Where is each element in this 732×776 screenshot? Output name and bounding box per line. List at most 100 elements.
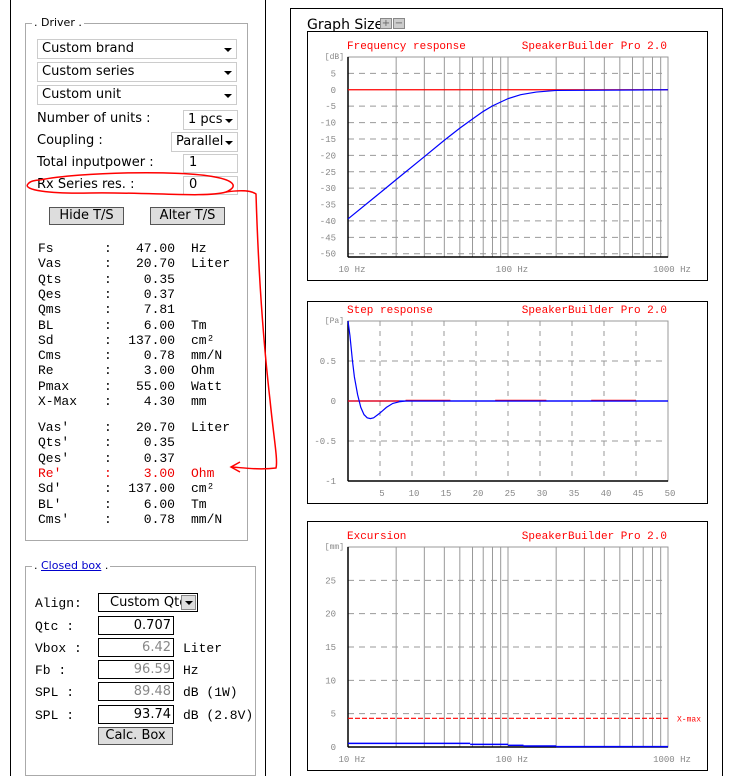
graph-size-minus-button[interactable]: − [393, 18, 405, 29]
spl2-label: SPL : [35, 708, 75, 723]
x-tick-label: 10 Hz [338, 755, 365, 765]
ts-colon: : [104, 332, 112, 348]
driver-legend: . Driver . [32, 16, 84, 29]
x-tick-label: 20 [473, 489, 484, 499]
chart-title: Frequency response [347, 41, 466, 53]
brand-select[interactable]: Custom brand [37, 39, 237, 59]
x-tick-label: 35 [569, 489, 580, 499]
y-tick-label: 15 [325, 643, 336, 653]
ts-name: Qts' [38, 435, 70, 451]
hide-ts-button[interactable]: Hide T/S [49, 207, 124, 225]
y-tick-label: 10 [325, 676, 336, 686]
ts-name: Qts [38, 271, 62, 287]
x-tick-label: 30 [537, 489, 548, 499]
ts-unit: cm² [191, 481, 215, 497]
ts-value: 0.78 [143, 348, 175, 364]
ts-row-qts-prime: Qts': 0.35 [38, 435, 238, 450]
vbox-value: 6.42 [98, 638, 174, 657]
ts-colon: : [104, 450, 112, 466]
qtc-label: Qtc : [35, 619, 75, 634]
ts-row-cms-prime: Cms': 0.78 mm/N [38, 512, 238, 527]
ts-unit: Tm [191, 317, 207, 333]
ts-name: Cms' [38, 511, 70, 527]
y-tick-label: 0.5 [320, 357, 336, 367]
x-tick-label: 40 [601, 489, 612, 499]
y-tick-label: -1 [325, 477, 336, 487]
ts-unit: Watt [191, 378, 223, 394]
ts-unit: Liter [191, 256, 231, 272]
power-input[interactable]: 1 [183, 154, 238, 173]
y-axis-unit: [dB] [325, 53, 344, 62]
calc-box-button[interactable]: Calc. Box [98, 727, 173, 745]
ts-value: 6.00 [143, 496, 175, 512]
ts-name: Re' [38, 465, 62, 481]
closed-box-link[interactable]: Closed box [41, 559, 101, 572]
right-panel-border [722, 8, 723, 776]
ts-name: Pmax [38, 378, 70, 394]
ts-colon: : [104, 302, 112, 318]
ts-colon: : [104, 241, 112, 256]
frequency-response-graph: Frequency response SpeakerBuilder Pro 2.0… [307, 31, 708, 281]
x-tick-label: 1000 Hz [653, 265, 691, 275]
y-tick-label: 0 [331, 397, 336, 407]
spl2-input[interactable]: 93.74 [98, 705, 174, 724]
qtc-input[interactable]: 0.707 [98, 616, 174, 635]
ts-colon: : [104, 511, 112, 527]
ts-value: 0.35 [143, 435, 175, 451]
x-tick-label: 10 [409, 489, 420, 499]
chart-title: Step response [347, 305, 433, 317]
ts-colon: : [104, 271, 112, 287]
ts-name: Sd' [38, 481, 62, 497]
x-tick-label: 45 [633, 489, 644, 499]
ts-name: Sd [38, 332, 54, 348]
ts-colon: : [104, 465, 112, 481]
ts-row-qes: Qes: 0.37 [38, 287, 238, 302]
y-tick-label: -15 [320, 135, 336, 145]
chevron-down-icon [225, 119, 233, 123]
ts-name: Qes [38, 286, 62, 302]
y-tick-label: 0 [331, 743, 336, 753]
left-panel-border [265, 0, 266, 776]
align-select[interactable]: Custom Qtc [98, 593, 198, 612]
excursion-graph: Excursion SpeakerBuilder Pro 2.0 [mm] 10 Hz… [307, 521, 708, 771]
rx-input[interactable]: 0 [183, 176, 238, 195]
fb-label: Fb : [35, 663, 67, 678]
spl1-label: SPL : [35, 685, 75, 700]
ts-value: 4.30 [143, 394, 175, 409]
ts-value: 0.37 [143, 286, 175, 302]
series-select[interactable]: Custom series [37, 62, 237, 82]
y-tick-label: -40 [320, 217, 336, 227]
ts-value: 20.70 [135, 256, 175, 272]
y-tick-label: 25 [325, 576, 336, 586]
ts-name: Qms [38, 302, 62, 318]
y-tick-label: -30 [320, 184, 336, 194]
align-label: Align: [35, 596, 82, 611]
y-tick-label: 5 [331, 69, 336, 79]
ts-row-sd-prime: Sd':137.00 cm² [38, 481, 238, 496]
ts-name: BL' [38, 496, 62, 512]
graph-size-plus-button[interactable]: + [380, 18, 392, 29]
ts-value: 55.00 [135, 378, 175, 394]
units-select[interactable]: 1 pcs [183, 110, 238, 130]
y-tick-label: -35 [320, 201, 336, 211]
chevron-down-icon [225, 141, 233, 145]
ts-unit: Hz [191, 241, 207, 256]
ts-name: BL [38, 317, 54, 333]
ts-row-cms: Cms: 0.78 mm/N [38, 348, 238, 363]
ts-unit: cm² [191, 332, 215, 348]
ts-unit: Tm [191, 496, 207, 512]
vbox-unit: Liter [183, 641, 223, 656]
ts-value: 137.00 [128, 481, 175, 497]
ts-name: Vas' [38, 420, 70, 435]
unit-select[interactable]: Custom unit [37, 85, 237, 105]
ts-unit: Ohm [191, 363, 215, 379]
ts-colon: : [104, 435, 112, 451]
x-tick-label: 5 [379, 489, 384, 499]
units-label: Number of units : [37, 111, 151, 126]
ts-name: Cms [38, 348, 62, 364]
spl1-value: 89.48 [98, 682, 174, 701]
x-tick-label: 50 [665, 489, 676, 499]
coupling-select[interactable]: Parallel [171, 132, 238, 152]
alter-ts-button[interactable]: Alter T/S [150, 207, 225, 225]
ts-colon: : [104, 481, 112, 497]
